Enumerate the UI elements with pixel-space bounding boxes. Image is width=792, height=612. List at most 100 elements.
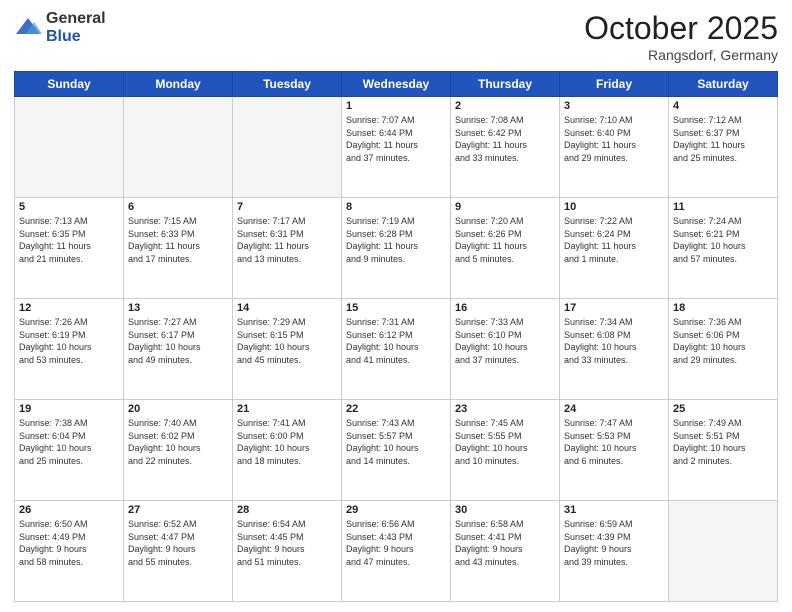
day-info: Sunrise: 7:15 AM Sunset: 6:33 PM Dayligh… — [128, 215, 228, 265]
day-number: 3 — [564, 100, 664, 112]
day-cell-3-3: 14 Sunrise: 7:29 AM Sunset: 6:15 PM Dayli… — [233, 299, 342, 400]
day-cell-3-5: 16 Sunrise: 7:33 AM Sunset: 6:10 PM Dayli… — [451, 299, 560, 400]
day-info: Sunrise: 7:20 AM Sunset: 6:26 PM Dayligh… — [455, 215, 555, 265]
logo-blue-text: Blue — [46, 28, 106, 46]
day-info: Sunrise: 7:19 AM Sunset: 6:28 PM Dayligh… — [346, 215, 446, 265]
day-cell-4-5: 23Sunrise: 7:45 AM Sunset: 5:55 PM Dayli… — [451, 400, 560, 501]
day-info: Sunrise: 7:13 AM Sunset: 6:35 PM Dayligh… — [19, 215, 119, 265]
day-info: Sunrise: 6:50 AM Sunset: 4:49 PM Dayligh… — [19, 518, 119, 568]
day-info: Sunrise: 7:49 AM Sunset: 5:51 PM Dayligh… — [673, 417, 773, 467]
day-number: 21 — [237, 403, 337, 415]
day-number: 25 — [673, 403, 773, 415]
day-info: Sunrise: 7:31 AM Sunset: 6:12 PM Dayligh… — [346, 316, 446, 366]
day-number: 28 — [237, 504, 337, 516]
day-cell-4-6: 24Sunrise: 7:47 AM Sunset: 5:53 PM Dayli… — [560, 400, 669, 501]
day-info: Sunrise: 7:36 AM Sunset: 6:06 PM Dayligh… — [673, 316, 773, 366]
day-info: Sunrise: 7:43 AM Sunset: 5:57 PM Dayligh… — [346, 417, 446, 467]
title-month: October 2025 — [584, 10, 778, 47]
day-number: 10 — [564, 201, 664, 213]
title-block: October 2025 Rangsdorf, Germany — [584, 10, 778, 63]
day-cell-3-4: 15 Sunrise: 7:31 AM Sunset: 6:12 PM Dayli… — [342, 299, 451, 400]
calendar-table: Sunday Monday Tuesday Wednesday Thursday… — [14, 71, 778, 602]
header-monday: Monday — [124, 72, 233, 97]
day-cell-5-7 — [669, 501, 778, 602]
day-info: Sunrise: 7:22 AM Sunset: 6:24 PM Dayligh… — [564, 215, 664, 265]
day-number: 20 — [128, 403, 228, 415]
day-number: 29 — [346, 504, 446, 516]
day-cell-4-4: 22Sunrise: 7:43 AM Sunset: 5:57 PM Dayli… — [342, 400, 451, 501]
header-tuesday: Tuesday — [233, 72, 342, 97]
day-info: Sunrise: 7:27 AM Sunset: 6:17 PM Dayligh… — [128, 316, 228, 366]
day-number: 19 — [19, 403, 119, 415]
day-cell-1-2 — [124, 97, 233, 198]
week-row-1: 1 Sunrise: 7:07 AM Sunset: 6:44 PM Daylig… — [15, 97, 778, 198]
logo-icon — [14, 14, 42, 42]
day-cell-5-5: 30Sunrise: 6:58 AM Sunset: 4:41 PM Dayli… — [451, 501, 560, 602]
day-number: 4 — [673, 100, 773, 112]
day-cell-5-2: 27 Sunrise: 6:52 AM Sunset: 4:47 PM Dayli… — [124, 501, 233, 602]
day-number: 14 — [237, 302, 337, 314]
day-cell-1-1 — [15, 97, 124, 198]
day-cell-1-3 — [233, 97, 342, 198]
day-cell-2-5: 9Sunrise: 7:20 AM Sunset: 6:26 PM Daylig… — [451, 198, 560, 299]
day-info: Sunrise: 7:34 AM Sunset: 6:08 PM Dayligh… — [564, 316, 664, 366]
day-number: 8 — [346, 201, 446, 213]
day-number: 24 — [564, 403, 664, 415]
header-saturday: Saturday — [669, 72, 778, 97]
day-number: 18 — [673, 302, 773, 314]
day-info: Sunrise: 7:38 AM Sunset: 6:04 PM Dayligh… — [19, 417, 119, 467]
day-number: 11 — [673, 201, 773, 213]
day-number: 6 — [128, 201, 228, 213]
day-number: 26 — [19, 504, 119, 516]
day-info: Sunrise: 6:58 AM Sunset: 4:41 PM Dayligh… — [455, 518, 555, 568]
week-row-3: 12 Sunrise: 7:26 AM Sunset: 6:19 PM Dayli… — [15, 299, 778, 400]
day-info: Sunrise: 6:56 AM Sunset: 4:43 PM Dayligh… — [346, 518, 446, 568]
day-number: 27 — [128, 504, 228, 516]
day-info: Sunrise: 7:33 AM Sunset: 6:10 PM Dayligh… — [455, 316, 555, 366]
day-info: Sunrise: 7:08 AM Sunset: 6:42 PM Dayligh… — [455, 114, 555, 164]
day-cell-2-6: 10 Sunrise: 7:22 AM Sunset: 6:24 PM Dayli… — [560, 198, 669, 299]
day-number: 16 — [455, 302, 555, 314]
day-cell-1-4: 1 Sunrise: 7:07 AM Sunset: 6:44 PM Daylig… — [342, 97, 451, 198]
day-cell-2-2: 6 Sunrise: 7:15 AM Sunset: 6:33 PM Daylig… — [124, 198, 233, 299]
day-info: Sunrise: 7:07 AM Sunset: 6:44 PM Dayligh… — [346, 114, 446, 164]
day-info: Sunrise: 7:29 AM Sunset: 6:15 PM Dayligh… — [237, 316, 337, 366]
day-info: Sunrise: 7:12 AM Sunset: 6:37 PM Dayligh… — [673, 114, 773, 164]
day-info: Sunrise: 7:10 AM Sunset: 6:40 PM Dayligh… — [564, 114, 664, 164]
day-number: 2 — [455, 100, 555, 112]
day-cell-4-2: 20 Sunrise: 7:40 AM Sunset: 6:02 PM Dayli… — [124, 400, 233, 501]
day-cell-1-5: 2 Sunrise: 7:08 AM Sunset: 6:42 PM Daylig… — [451, 97, 560, 198]
logo-general-text: General — [46, 10, 106, 28]
day-cell-4-3: 21Sunrise: 7:41 AM Sunset: 6:00 PM Dayli… — [233, 400, 342, 501]
day-info: Sunrise: 6:52 AM Sunset: 4:47 PM Dayligh… — [128, 518, 228, 568]
day-number: 15 — [346, 302, 446, 314]
day-info: Sunrise: 6:54 AM Sunset: 4:45 PM Dayligh… — [237, 518, 337, 568]
page: General Blue October 2025 Rangsdorf, Ger… — [0, 0, 792, 612]
header-wednesday: Wednesday — [342, 72, 451, 97]
header-thursday: Thursday — [451, 72, 560, 97]
header-sunday: Sunday — [15, 72, 124, 97]
day-cell-1-6: 3 Sunrise: 7:10 AM Sunset: 6:40 PM Daylig… — [560, 97, 669, 198]
day-number: 12 — [19, 302, 119, 314]
week-row-2: 5Sunrise: 7:13 AM Sunset: 6:35 PM Daylig… — [15, 198, 778, 299]
day-cell-3-2: 13 Sunrise: 7:27 AM Sunset: 6:17 PM Dayli… — [124, 299, 233, 400]
day-cell-2-3: 7Sunrise: 7:17 AM Sunset: 6:31 PM Daylig… — [233, 198, 342, 299]
day-info: Sunrise: 7:26 AM Sunset: 6:19 PM Dayligh… — [19, 316, 119, 366]
day-cell-3-1: 12 Sunrise: 7:26 AM Sunset: 6:19 PM Dayli… — [15, 299, 124, 400]
day-cell-5-6: 31Sunrise: 6:59 AM Sunset: 4:39 PM Dayli… — [560, 501, 669, 602]
day-info: Sunrise: 7:40 AM Sunset: 6:02 PM Dayligh… — [128, 417, 228, 467]
logo-text: General Blue — [46, 10, 106, 45]
day-number: 17 — [564, 302, 664, 314]
header: General Blue October 2025 Rangsdorf, Ger… — [14, 10, 778, 63]
day-number: 13 — [128, 302, 228, 314]
day-cell-5-1: 26 Sunrise: 6:50 AM Sunset: 4:49 PM Dayli… — [15, 501, 124, 602]
day-number: 31 — [564, 504, 664, 516]
day-cell-2-1: 5Sunrise: 7:13 AM Sunset: 6:35 PM Daylig… — [15, 198, 124, 299]
day-cell-3-7: 18 Sunrise: 7:36 AM Sunset: 6:06 PM Dayli… — [669, 299, 778, 400]
day-cell-2-4: 8 Sunrise: 7:19 AM Sunset: 6:28 PM Daylig… — [342, 198, 451, 299]
day-number: 23 — [455, 403, 555, 415]
week-row-5: 26 Sunrise: 6:50 AM Sunset: 4:49 PM Dayli… — [15, 501, 778, 602]
day-number: 1 — [346, 100, 446, 112]
day-cell-4-1: 19 Sunrise: 7:38 AM Sunset: 6:04 PM Dayli… — [15, 400, 124, 501]
title-location: Rangsdorf, Germany — [584, 47, 778, 63]
